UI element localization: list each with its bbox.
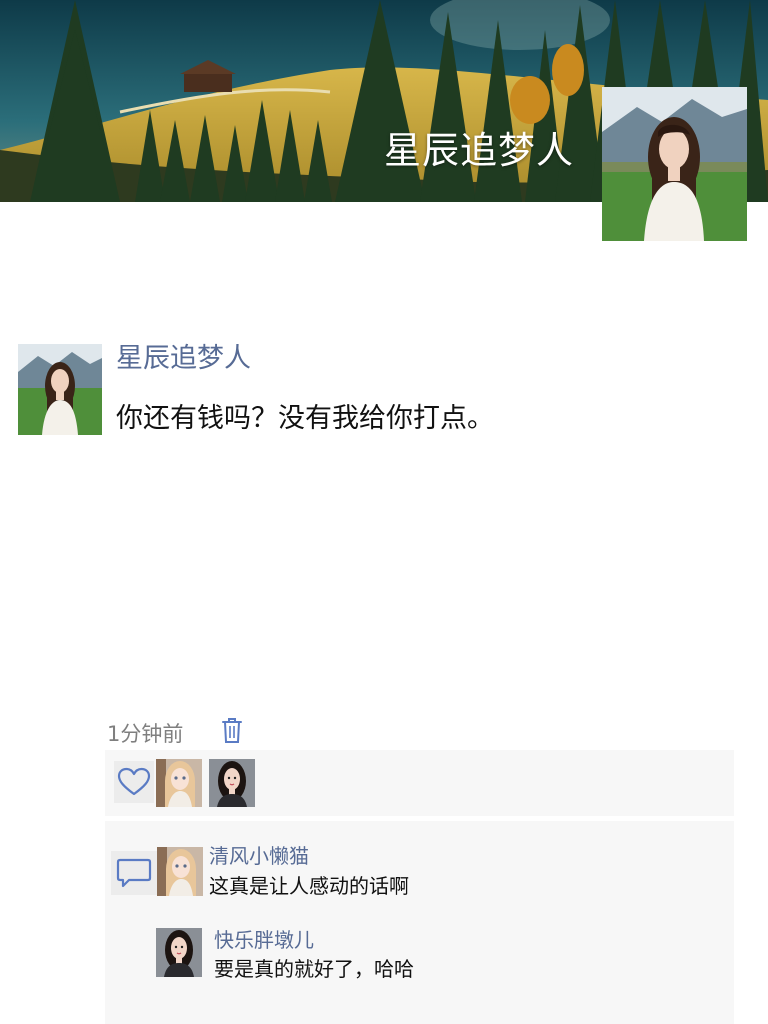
cover-username: 星辰追梦人 — [384, 129, 574, 172]
comment-bubble-icon — [116, 858, 152, 888]
comment-text: 要是真的就好了，哈哈 — [214, 957, 414, 981]
comment-avatar-anime[interactable] — [157, 847, 203, 896]
comment-author-name[interactable]: 清风小懒猫 — [209, 844, 309, 868]
woman-portrait-avatar-icon — [18, 344, 102, 435]
post-author-name[interactable]: 星辰追梦人 — [116, 343, 251, 375]
like-avatar-anime[interactable] — [156, 759, 202, 807]
trash-icon[interactable] — [220, 716, 244, 744]
comment-button[interactable] — [111, 851, 157, 895]
woman-portrait-avatar-icon — [602, 87, 747, 241]
like-button[interactable] — [114, 761, 154, 803]
heart-icon — [117, 767, 151, 796]
woman-portrait-avatar-icon — [209, 759, 255, 807]
profile-avatar[interactable] — [602, 87, 747, 241]
comment-author-name[interactable]: 快乐胖墩儿 — [214, 928, 314, 952]
anime-girl-avatar-icon — [157, 847, 203, 896]
woman-portrait-avatar-icon — [156, 928, 202, 977]
like-avatar-woman[interactable] — [209, 759, 255, 807]
post-timestamp: 1分钟前 — [107, 722, 184, 746]
comments-section: 清风小懒猫 这真是让人感动的话啊 快乐胖墩儿 要是真的就好了，哈哈 — [105, 821, 734, 1024]
comment-text: 这真是让人感动的话啊 — [209, 874, 409, 898]
anime-girl-avatar-icon — [156, 759, 202, 807]
post-content: 你还有钱吗？没有我给你打点。 — [116, 403, 494, 434]
post-author-avatar[interactable] — [18, 344, 102, 435]
likes-section — [105, 750, 734, 816]
comment-avatar-woman[interactable] — [156, 928, 202, 977]
